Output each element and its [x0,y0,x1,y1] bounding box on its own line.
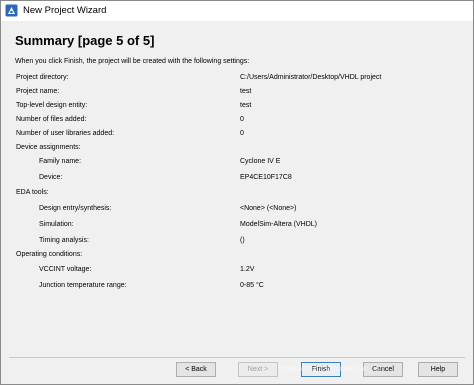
summary-row: Top-level design entity: test [1,102,473,114]
row-label: Project directory: [16,74,69,81]
summary-row: Device: EP4CE10F17C8 [1,174,473,186]
row-value: <None> (<None>) [240,205,297,212]
row-label: Device: [39,174,63,181]
row-value: test [240,102,252,109]
summary-row: Project name: test [1,88,473,100]
row-label: Family name: [39,158,82,165]
row-label: Top-level design entity: [16,102,88,109]
summary-row: Timing analysis: () [1,237,473,249]
section-header: EDA tools: [1,189,473,201]
title-bar: New Project Wizard [1,1,473,21]
row-value: test [240,88,252,95]
row-label: Number of files added: [16,116,87,123]
summary-row: Simulation: ModelSim-Altera (VHDL) [1,221,473,233]
section-header: Operating conditions: [1,251,473,263]
row-label: Junction temperature range: [39,282,127,289]
summary-row: VCCINT voltage: 1.2V [1,266,473,278]
row-label: EDA tools: [16,189,49,196]
window-title: New Project Wizard [23,5,107,16]
section-header: Device assignments: [1,144,473,156]
row-value: 0 [240,130,244,137]
summary-row: Number of user libraries added: 0 [1,130,473,142]
row-label: Timing analysis: [39,237,89,244]
summary-row: Family name: Cyclone IV E [1,158,473,170]
row-label: Design entry/synthesis: [39,205,112,212]
new-project-wizard-window: New Project Wizard Summary [page 5 of 5]… [0,0,474,385]
row-value: C:/Users/Administrator/Desktop/VHDL proj… [240,74,382,81]
next-button[interactable]: Next > [238,362,278,377]
page-intro: When you click Finish, the project will … [15,58,250,65]
row-label: Device assignments: [16,144,81,151]
row-label: VCCINT voltage: [39,266,92,273]
wizard-content: Summary [page 5 of 5] When you click Fin… [1,21,473,356]
row-value: () [240,237,245,244]
help-button[interactable]: Help [418,362,458,377]
quartus-wizard-icon [5,4,18,17]
row-value: Cyclone IV E [240,158,281,165]
row-value: 0 [240,116,244,123]
summary-row: Junction temperature range: 0-85 °C [1,282,473,294]
row-value: 0-85 °C [240,282,264,289]
summary-row: Project directory: C:/Users/Administrato… [1,74,473,86]
row-value: 1.2V [240,266,255,273]
back-button[interactable]: < Back [176,362,216,377]
row-label: Operating conditions: [16,251,83,258]
row-value: EP4CE10F17C8 [240,174,292,181]
row-label: Project name: [16,88,60,95]
footer-separator [9,357,465,358]
row-value: ModelSim-Altera (VHDL) [240,221,318,228]
row-label: Simulation: [39,221,74,228]
summary-row: Design entry/synthesis: <None> (<None>) [1,205,473,217]
row-label: Number of user libraries added: [16,130,115,137]
page-title: Summary [page 5 of 5] [15,33,155,48]
watermark: https://blog.csdn.net/Alan_lan [279,364,384,373]
summary-row: Number of files added: 0 [1,116,473,128]
